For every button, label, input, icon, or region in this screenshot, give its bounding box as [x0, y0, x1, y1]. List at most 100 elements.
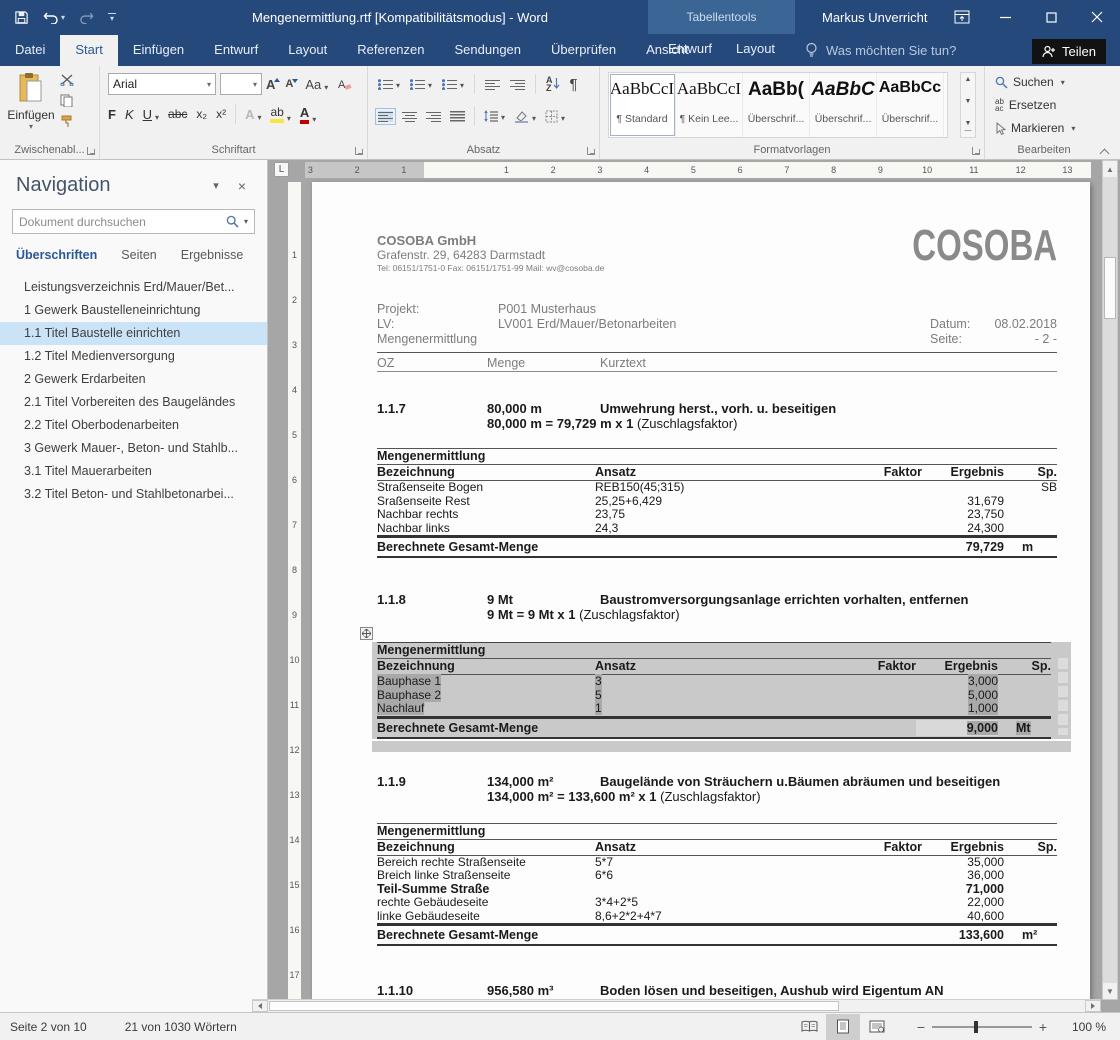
ribbon-tab[interactable]: Einfügen [118, 35, 199, 66]
user-account[interactable]: Markus Unverricht [822, 0, 927, 34]
table-row[interactable]: Nachbar rechts 23,75 23,750 [377, 508, 1057, 522]
numbering-icon[interactable]: ▾ [410, 79, 432, 90]
table-row[interactable]: Breich linke Straßenseite 6*6 36,000 [377, 869, 1057, 883]
zoom-slider-thumb[interactable] [974, 1021, 978, 1033]
zoom-in-icon[interactable]: + [1032, 1019, 1054, 1035]
styles-dialog-launcher-icon[interactable] [972, 147, 980, 155]
search-options-caret-icon[interactable]: ▾ [244, 217, 248, 226]
ribbon-display-options-icon[interactable] [942, 0, 982, 34]
collapse-ribbon-icon[interactable] [1100, 149, 1110, 155]
table-row[interactable]: Nachlauf 1 1,000 [377, 702, 1051, 716]
text-effects-icon[interactable]: A [245, 107, 254, 122]
align-left-icon[interactable] [378, 111, 393, 122]
change-case-icon[interactable]: Aa▾ [305, 77, 328, 92]
font-dialog-launcher-icon[interactable] [355, 147, 363, 155]
navigation-heading-item[interactable]: 1.2 Titel Medienversorgung [0, 345, 267, 368]
font-size-combo[interactable]: ▾ [220, 73, 262, 95]
mengenermittlung-table-3[interactable]: Mengenermittlung BezeichnungAnsatz Fakto… [377, 823, 1057, 947]
customize-qat-icon[interactable]: ▾ [108, 13, 116, 21]
ribbon-tab[interactable]: Entwurf [199, 35, 273, 66]
paste-button[interactable]: Einfügen ▾ [8, 72, 54, 138]
navigation-tab[interactable]: Überschriften [16, 248, 97, 262]
highlight-color-icon[interactable]: ab [270, 105, 283, 123]
shading-icon[interactable]: ▾ [514, 110, 536, 123]
table-row[interactable]: rechte Gebäudeseite 3*4+2*5 22,000 [377, 896, 1057, 910]
grow-font-icon[interactable]: A [266, 77, 275, 92]
underline-button[interactable]: U [143, 107, 152, 122]
scroll-right-icon[interactable] [1085, 1000, 1101, 1012]
style-card[interactable]: AaBbCc Überschrif... [877, 73, 944, 137]
navigation-tab[interactable]: Seiten [121, 248, 156, 262]
navigation-heading-item[interactable]: Leistungsverzeichnis Erd/Mauer/Bet... [0, 276, 267, 299]
ribbon-tab[interactable]: Sendungen [440, 35, 537, 66]
horizontal-scrollbar[interactable] [252, 999, 1101, 1012]
style-card[interactable]: AaBb( Überschrif... [743, 73, 810, 137]
contextual-ribbon-tab[interactable]: Entwurf [656, 34, 724, 66]
page-indicator[interactable]: Seite 2 von 10 [10, 1020, 87, 1034]
shrink-font-icon[interactable]: A [285, 78, 293, 90]
selected-table-wrapper[interactable]: Mengenermittlung BezeichnungAnsatz Fakto… [372, 642, 1071, 739]
zoom-slider[interactable] [932, 1026, 1032, 1028]
table-move-handle-icon[interactable] [360, 627, 373, 640]
italic-button[interactable]: K [125, 107, 134, 122]
zoom-level[interactable]: 100 % [1054, 1020, 1106, 1034]
ribbon-tab[interactable]: Datei [0, 35, 60, 66]
save-icon[interactable] [14, 10, 29, 25]
font-name-combo[interactable]: Arial▾ [108, 73, 216, 95]
format-painter-icon[interactable] [60, 115, 74, 128]
table-row[interactable]: Sraßenseite Rest 25,25+6,429 31,679 [377, 495, 1057, 509]
style-card[interactable]: AaBbC Überschrif... [810, 73, 877, 137]
styles-more-icon[interactable]: ▼― [965, 120, 972, 134]
close-button[interactable] [1074, 0, 1120, 34]
select-button[interactable]: Markieren▾ [995, 121, 1075, 135]
sort-icon[interactable]: AZ [546, 76, 560, 92]
paragraph-dialog-launcher-icon[interactable] [587, 147, 595, 155]
superscript-button[interactable]: x² [216, 107, 226, 121]
navigation-close-icon[interactable]: × [229, 178, 255, 194]
maximize-button[interactable] [1028, 0, 1074, 34]
navigation-heading-item[interactable]: 2.1 Titel Vorbereiten des Baugeländes [0, 391, 267, 414]
scroll-down-icon[interactable]: ▼ [1103, 983, 1117, 999]
increase-indent-icon[interactable] [510, 79, 525, 90]
find-button[interactable]: Suchen▾ [995, 75, 1065, 89]
scroll-left-icon[interactable] [252, 1000, 268, 1012]
vertical-scrollbar[interactable]: ▲ ▼ [1102, 160, 1118, 1000]
styles-scroll-down-icon[interactable]: ▼ [965, 98, 972, 105]
search-input[interactable] [13, 215, 220, 229]
section-1-1-7[interactable]: 1.1.7 80,000 m Umwehrung herst., vorh. u… [377, 401, 1057, 431]
copy-icon[interactable] [60, 94, 73, 107]
navigation-tab[interactable]: Ergebnisse [181, 248, 244, 262]
word-count[interactable]: 21 von 1030 Wörtern [125, 1020, 237, 1034]
navigation-heading-item[interactable]: 1.1 Titel Baustelle einrichten [0, 322, 267, 345]
decrease-indent-icon[interactable] [485, 79, 500, 90]
navigation-heading-item[interactable]: 3.2 Titel Beton- und Stahlbetonarbei... [0, 483, 267, 506]
web-layout-icon[interactable] [860, 1014, 894, 1040]
table-row[interactable]: Bauphase 1 3 3,000 [377, 675, 1051, 689]
contextual-ribbon-tab[interactable]: Layout [724, 34, 787, 66]
read-mode-icon[interactable] [792, 1014, 826, 1040]
section-1-1-9[interactable]: 1.1.9 134,000 m² Baugelände von Sträuche… [377, 774, 1057, 804]
clear-formatting-icon[interactable]: A [338, 77, 352, 91]
section-1-1-10[interactable]: 1.1.10 956,580 m³ Boden lösen und beseit… [377, 983, 1057, 999]
subscript-button[interactable]: x₂ [196, 107, 207, 121]
clipboard-dialog-launcher-icon[interactable] [87, 147, 95, 155]
zoom-out-icon[interactable]: − [910, 1019, 932, 1035]
undo-caret-icon[interactable]: ▾ [61, 13, 65, 22]
table-row[interactable]: Bereich rechte Straßenseite 5*7 35,000 [377, 856, 1057, 870]
undo-icon[interactable]: ▾ [43, 10, 65, 24]
document-page[interactable]: COSOBA GmbH Grafenstr. 29, 64283 Darmsta… [312, 182, 1090, 999]
borders-icon[interactable]: ▾ [545, 110, 565, 123]
show-formatting-marks-icon[interactable]: ¶ [570, 76, 578, 93]
navigation-options-icon[interactable]: ▾ [203, 179, 229, 192]
horizontal-scroll-thumb[interactable] [269, 1001, 839, 1011]
justify-icon[interactable] [450, 111, 465, 122]
cut-icon[interactable] [60, 74, 74, 86]
mengenermittlung-table-2-selected[interactable]: Mengenermittlung BezeichnungAnsatz Fakto… [377, 642, 1051, 739]
navigation-heading-item[interactable]: 1 Gewerk Baustelleneinrichtung [0, 299, 267, 322]
strikethrough-button[interactable]: abc [168, 107, 187, 121]
style-card[interactable]: AaBbCcI ¶ Standard [609, 73, 676, 137]
ribbon-tab[interactable]: Layout [273, 35, 342, 66]
align-center-icon[interactable] [402, 111, 417, 122]
navigation-heading-item[interactable]: 2.2 Titel Oberbodenarbeiten [0, 414, 267, 437]
table-row[interactable]: Bauphase 2 5 5,000 [377, 689, 1051, 703]
